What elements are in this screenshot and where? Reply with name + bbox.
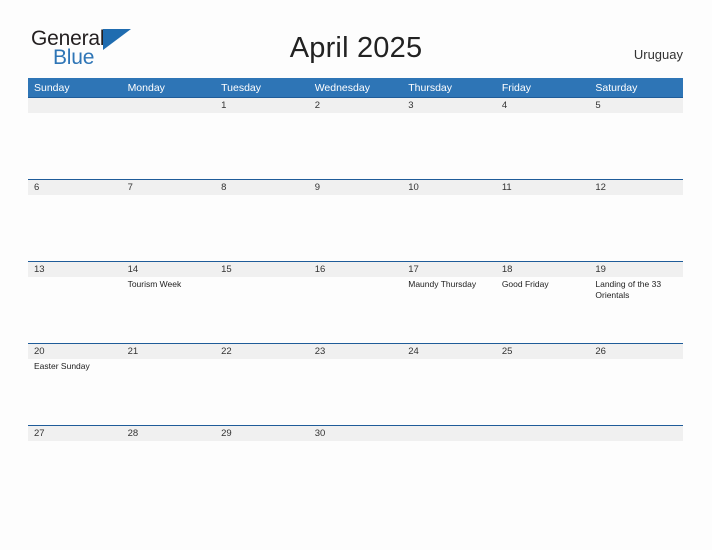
day-number[interactable]: 14 bbox=[122, 262, 216, 277]
page-title: April 2025 bbox=[289, 32, 423, 64]
day-number[interactable]: 12 bbox=[589, 180, 683, 195]
day-number[interactable]: 13 bbox=[28, 262, 122, 277]
day-event[interactable] bbox=[122, 113, 216, 179]
day-event[interactable] bbox=[215, 113, 309, 179]
day-number[interactable]: 5 bbox=[589, 98, 683, 113]
day-number[interactable]: 16 bbox=[309, 262, 403, 277]
day-event[interactable] bbox=[589, 359, 683, 425]
day-event[interactable] bbox=[215, 441, 309, 507]
day-number[interactable]: 21 bbox=[122, 344, 216, 359]
day-event[interactable] bbox=[122, 441, 216, 507]
weekday-header-row: Sunday Monday Tuesday Wednesday Thursday… bbox=[28, 78, 683, 97]
day-number[interactable]: 24 bbox=[402, 344, 496, 359]
day-event[interactable] bbox=[496, 113, 590, 179]
day-number[interactable]: 3 bbox=[402, 98, 496, 113]
calendar-grid: Sunday Monday Tuesday Wednesday Thursday… bbox=[28, 78, 683, 507]
day-event[interactable] bbox=[28, 277, 122, 343]
day-event[interactable] bbox=[589, 441, 683, 507]
day-number[interactable]: 1 bbox=[215, 98, 309, 113]
day-event[interactable] bbox=[215, 359, 309, 425]
day-number[interactable]: 23 bbox=[309, 344, 403, 359]
day-number[interactable]: 7 bbox=[122, 180, 216, 195]
weekday-header-friday: Friday bbox=[501, 81, 531, 94]
page-header: General Blue April 2025 Uruguay bbox=[0, 0, 712, 78]
weekday-header-tuesday: Tuesday bbox=[221, 81, 262, 94]
day-event[interactable] bbox=[309, 277, 403, 343]
day-event[interactable] bbox=[28, 195, 122, 261]
week-event-strip bbox=[28, 195, 683, 261]
weekday-header-saturday: Saturday bbox=[595, 81, 638, 94]
day-number[interactable]: 22 bbox=[215, 344, 309, 359]
region-label: Uruguay bbox=[633, 47, 683, 62]
day-event[interactable] bbox=[496, 359, 590, 425]
weekday-header-wednesday: Wednesday bbox=[314, 81, 370, 94]
day-event[interactable] bbox=[496, 441, 590, 507]
day-event[interactable] bbox=[589, 113, 683, 179]
day-event[interactable]: Landing of the 33 Orientals bbox=[589, 277, 683, 343]
day-number[interactable] bbox=[589, 426, 683, 441]
day-event[interactable] bbox=[215, 277, 309, 343]
day-event[interactable] bbox=[402, 113, 496, 179]
calendar-week-row: 20 21 22 23 24 25 26 Easter Sunday bbox=[28, 343, 683, 425]
day-event[interactable] bbox=[589, 195, 683, 261]
week-event-strip bbox=[28, 441, 683, 507]
week-event-strip bbox=[28, 113, 683, 179]
day-event[interactable] bbox=[309, 441, 403, 507]
day-event[interactable] bbox=[215, 195, 309, 261]
day-event[interactable] bbox=[309, 195, 403, 261]
week-date-strip: 27 28 29 30 bbox=[28, 426, 683, 441]
calendar-week-row: 13 14 15 16 17 18 19 Tourism Week Maundy… bbox=[28, 261, 683, 343]
day-number[interactable]: 8 bbox=[215, 180, 309, 195]
day-event[interactable]: Maundy Thursday bbox=[402, 277, 496, 343]
day-number[interactable]: 19 bbox=[589, 262, 683, 277]
day-number[interactable]: 26 bbox=[589, 344, 683, 359]
day-number[interactable]: 28 bbox=[122, 426, 216, 441]
day-number[interactable]: 18 bbox=[496, 262, 590, 277]
day-number[interactable] bbox=[402, 426, 496, 441]
weekday-header-monday: Monday bbox=[127, 81, 165, 94]
day-event[interactable] bbox=[122, 195, 216, 261]
day-event[interactable] bbox=[309, 113, 403, 179]
week-date-strip: 20 21 22 23 24 25 26 bbox=[28, 344, 683, 359]
day-event[interactable] bbox=[402, 195, 496, 261]
day-number[interactable]: 11 bbox=[496, 180, 590, 195]
day-number[interactable]: 10 bbox=[402, 180, 496, 195]
day-number[interactable] bbox=[122, 98, 216, 113]
day-event[interactable]: Good Friday bbox=[496, 277, 590, 343]
day-number[interactable]: 25 bbox=[496, 344, 590, 359]
week-event-strip: Easter Sunday bbox=[28, 359, 683, 425]
week-date-strip: 1 2 3 4 5 bbox=[28, 98, 683, 113]
day-event[interactable]: Tourism Week bbox=[122, 277, 216, 343]
weekday-header-thursday: Thursday bbox=[408, 81, 453, 94]
day-number[interactable]: 30 bbox=[309, 426, 403, 441]
week-date-strip: 6 7 8 9 10 11 12 bbox=[28, 180, 683, 195]
day-event[interactable] bbox=[402, 441, 496, 507]
day-event[interactable] bbox=[496, 195, 590, 261]
weekday-header-sunday: Sunday bbox=[34, 81, 70, 94]
day-event[interactable] bbox=[28, 113, 122, 179]
day-number[interactable]: 6 bbox=[28, 180, 122, 195]
day-event[interactable] bbox=[309, 359, 403, 425]
day-number[interactable]: 4 bbox=[496, 98, 590, 113]
day-number[interactable] bbox=[496, 426, 590, 441]
day-number[interactable] bbox=[28, 98, 122, 113]
day-number[interactable]: 2 bbox=[309, 98, 403, 113]
calendar-week-row: 27 28 29 30 bbox=[28, 425, 683, 507]
day-number[interactable]: 29 bbox=[215, 426, 309, 441]
week-event-strip: Tourism Week Maundy Thursday Good Friday… bbox=[28, 277, 683, 343]
calendar-page: General Blue April 2025 Uruguay Sunday M… bbox=[0, 0, 712, 550]
day-event[interactable] bbox=[28, 441, 122, 507]
day-event[interactable]: Easter Sunday bbox=[28, 359, 122, 425]
day-event[interactable] bbox=[122, 359, 216, 425]
day-number[interactable]: 20 bbox=[28, 344, 122, 359]
day-number[interactable]: 27 bbox=[28, 426, 122, 441]
day-number[interactable]: 17 bbox=[402, 262, 496, 277]
day-number[interactable]: 9 bbox=[309, 180, 403, 195]
calendar-week-row: 6 7 8 9 10 11 12 bbox=[28, 179, 683, 261]
week-date-strip: 13 14 15 16 17 18 19 bbox=[28, 262, 683, 277]
calendar-week-row: 1 2 3 4 5 bbox=[28, 97, 683, 179]
day-number[interactable]: 15 bbox=[215, 262, 309, 277]
day-event[interactable] bbox=[402, 359, 496, 425]
